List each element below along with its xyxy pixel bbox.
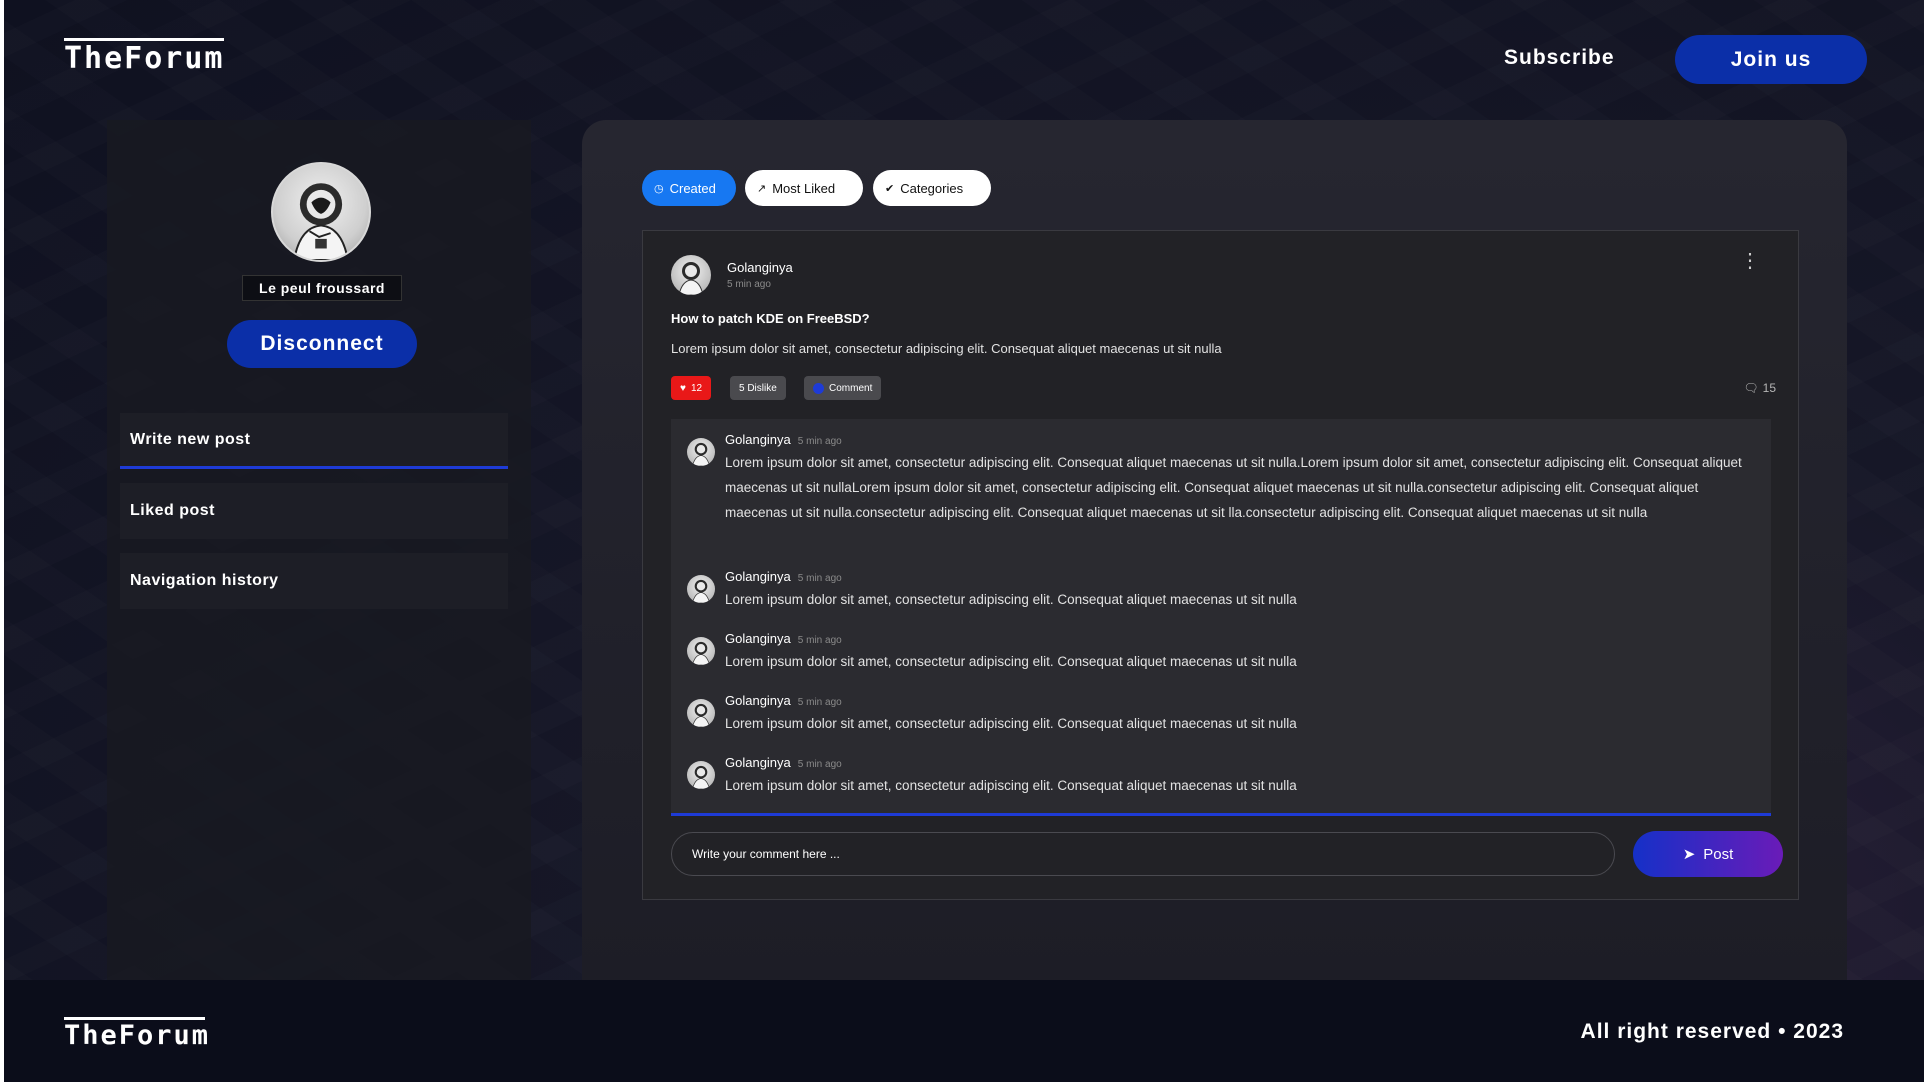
comment-text: Lorem ipsum dolor sit amet, consectetur …	[725, 778, 1297, 793]
arrow-up-right-icon: ↗	[757, 182, 767, 195]
dislike-button[interactable]: 5 Dislike	[730, 376, 786, 400]
sidebar-item-liked-post[interactable]: Liked post	[120, 483, 508, 539]
more-options-icon[interactable]: ⋮	[1740, 251, 1760, 271]
post-body: Lorem ipsum dolor sit amet, consectetur …	[671, 341, 1222, 356]
disconnect-button[interactable]: Disconnect	[227, 320, 417, 368]
speech-bubble-icon: 🗨	[1743, 381, 1759, 395]
subscribe-link[interactable]: Subscribe	[1504, 46, 1615, 70]
send-icon: ➤	[1682, 846, 1696, 863]
comment-text: Lorem ipsum dolor sit amet, consectetur …	[725, 716, 1297, 731]
comment-header: Golanginya 5 min ago	[725, 569, 842, 584]
astronaut-icon	[678, 262, 704, 295]
astronaut-icon	[692, 703, 710, 727]
post-card: Golanginya 5 min ago ⋮ How to patch KDE …	[642, 230, 1799, 900]
sidebar-item-label: Write new post	[130, 430, 251, 448]
tab-most-liked[interactable]: ↗ Most Liked	[745, 170, 863, 206]
comment-author[interactable]: Golanginya	[725, 693, 791, 708]
comment-avatar[interactable]	[687, 637, 715, 665]
comment-author[interactable]: Golanginya	[725, 631, 791, 646]
post-button[interactable]: ➤ Post	[1633, 831, 1783, 877]
post-title: How to patch KDE on FreeBSD?	[671, 311, 870, 326]
username-label: Le peul froussard	[242, 275, 402, 301]
comment-dot-icon	[813, 382, 824, 394]
check-circle-icon: ✔	[885, 182, 895, 195]
footer-logo[interactable]: TheForum	[64, 1017, 210, 1051]
tab-label: Most Liked	[772, 180, 836, 196]
sidebar-item-label: Liked post	[130, 502, 216, 519]
astronaut-icon	[692, 765, 710, 789]
sidebar-item-label: Navigation history	[130, 572, 279, 589]
profile-avatar[interactable]	[271, 162, 371, 262]
comment-time: 5 min ago	[797, 573, 842, 584]
comment-header: Golanginya 5 min ago	[725, 693, 842, 708]
comment-avatar[interactable]	[687, 575, 715, 603]
comment-time: 5 min ago	[797, 635, 842, 646]
post-author-avatar[interactable]	[671, 255, 711, 295]
main-panel: ◷ Created ↗ Most Liked ✔ Categories Gola…	[582, 120, 1847, 982]
astronaut-icon	[692, 442, 710, 466]
like-count: 12	[690, 382, 703, 394]
site-logo[interactable]: TheForum	[64, 38, 225, 76]
app-frame: TheForum Subscribe Join us Le peul frous…	[4, 0, 1924, 1082]
join-button[interactable]: Join us	[1675, 35, 1867, 84]
comment-time: 5 min ago	[797, 436, 842, 447]
comment-avatar[interactable]	[687, 699, 715, 727]
post-button-label: Post	[1703, 845, 1734, 863]
comment-avatar[interactable]	[687, 438, 715, 466]
like-button[interactable]: ♥ 12	[671, 376, 712, 400]
heart-icon: ♥	[680, 382, 686, 394]
comment-header: Golanginya 5 min ago	[725, 631, 842, 646]
comment-author[interactable]: Golanginya	[725, 569, 791, 584]
comment-author[interactable]: Golanginya	[725, 432, 791, 447]
comment-avatar[interactable]	[687, 761, 715, 789]
comment-author[interactable]: Golanginya	[725, 755, 791, 770]
sidebar-item-navigation-history[interactable]: Navigation history	[120, 553, 508, 609]
logo-text: TheForum	[64, 1020, 211, 1051]
tab-label: Categories	[900, 180, 964, 196]
comment-text: Lorem ipsum dolor sit amet, consectetur …	[725, 455, 1742, 520]
comment-count-value: 15	[1762, 381, 1776, 395]
logo-bar	[64, 1017, 205, 1020]
comment-time: 5 min ago	[797, 697, 842, 708]
astronaut-icon	[692, 579, 710, 603]
astronaut-icon	[692, 641, 710, 665]
copyright-text: All right reserved • 2023	[1580, 1020, 1844, 1043]
post-author[interactable]: Golanginya	[727, 260, 793, 275]
comment-header: Golanginya 5 min ago	[725, 755, 842, 770]
sidebar-item-write-new-post[interactable]: Write new post	[120, 413, 508, 469]
tab-categories[interactable]: ✔ Categories	[873, 170, 991, 206]
sidebar: Le peul froussard Disconnect Write new p…	[107, 120, 531, 980]
post-time: 5 min ago	[727, 279, 771, 290]
tab-created[interactable]: ◷ Created	[642, 170, 736, 206]
clock-icon: ◷	[654, 182, 664, 195]
comment-button[interactable]: Comment	[804, 376, 882, 400]
dislike-label: 5 Dislike	[739, 382, 777, 394]
comment-text: Lorem ipsum dolor sit amet, consectetur …	[725, 654, 1297, 669]
comments-list[interactable]: Golanginya 5 min ago Lorem ipsum dolor s…	[671, 419, 1771, 816]
comment-time: 5 min ago	[797, 759, 842, 770]
comment-count: 🗨 15	[1743, 381, 1776, 395]
astronaut-icon	[293, 183, 349, 260]
logo-text: TheForum	[64, 41, 225, 76]
comment-input[interactable]: Write your comment here ...	[671, 832, 1615, 876]
tab-label: Created	[669, 180, 716, 196]
comment-input-placeholder: Write your comment here ...	[692, 847, 840, 861]
logo-bar	[64, 38, 224, 41]
comment-header: Golanginya 5 min ago	[725, 432, 842, 447]
comment-text: Lorem ipsum dolor sit amet, consectetur …	[725, 592, 1297, 607]
comment-label: Comment	[829, 382, 873, 394]
